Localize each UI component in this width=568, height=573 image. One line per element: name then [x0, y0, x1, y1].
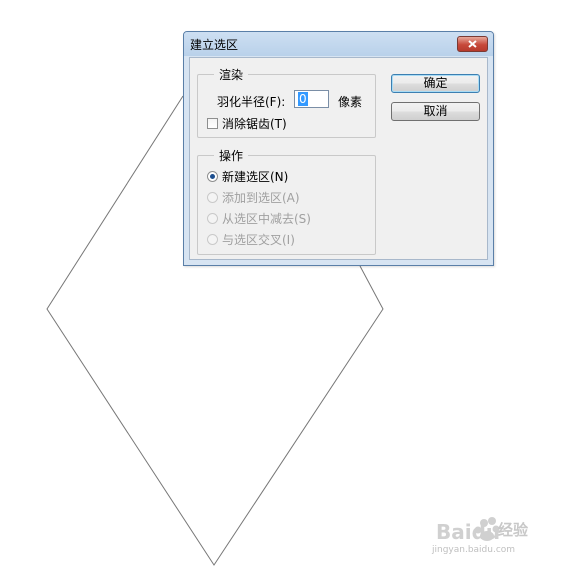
feather-radius-value: 0 [298, 92, 308, 106]
watermark-url: jingyan.baidu.com [432, 545, 516, 555]
pixel-unit-label: 像素 [338, 95, 363, 109]
feather-label: 羽化半径(F): [217, 95, 286, 109]
subtract-from-selection-radio[interactable] [207, 213, 218, 224]
add-to-selection-label[interactable]: 添加到选区(A) [222, 189, 300, 206]
antialias-checkbox[interactable] [207, 118, 218, 129]
close-icon [468, 40, 477, 48]
subtract-from-selection-label[interactable]: 从选区中减去(S) [222, 210, 311, 227]
new-selection-label[interactable]: 新建选区(N) [222, 168, 288, 185]
antialias-label[interactable]: 消除锯齿(T) [222, 115, 287, 132]
dialog-client: 渲染 羽化半径(F): 0 像素 消除锯齿(T) 操作 新建选区(N) 添加到选… [189, 57, 488, 260]
close-button[interactable] [457, 36, 488, 52]
new-selection-radio[interactable] [207, 171, 218, 182]
watermark-text: 经验 [498, 521, 529, 539]
operation-group-legend: 操作 [219, 149, 244, 163]
make-selection-dialog: 建立选区 渲染 羽化半径(F): 0 像素 消除锯齿(T) 操作 新建选区(N)… [183, 31, 494, 266]
dialog-title: 建立选区 [190, 38, 239, 52]
dialog-titlebar[interactable]: 建立选区 [184, 32, 493, 56]
render-group-legend: 渲染 [219, 68, 244, 82]
ok-button[interactable]: 确定 [391, 74, 480, 93]
feather-radius-input[interactable]: 0 [294, 90, 329, 108]
cancel-button[interactable]: 取消 [391, 102, 480, 121]
add-to-selection-radio[interactable] [207, 192, 218, 203]
intersect-selection-radio[interactable] [207, 234, 218, 245]
intersect-selection-label[interactable]: 与选区交叉(I) [222, 231, 295, 248]
